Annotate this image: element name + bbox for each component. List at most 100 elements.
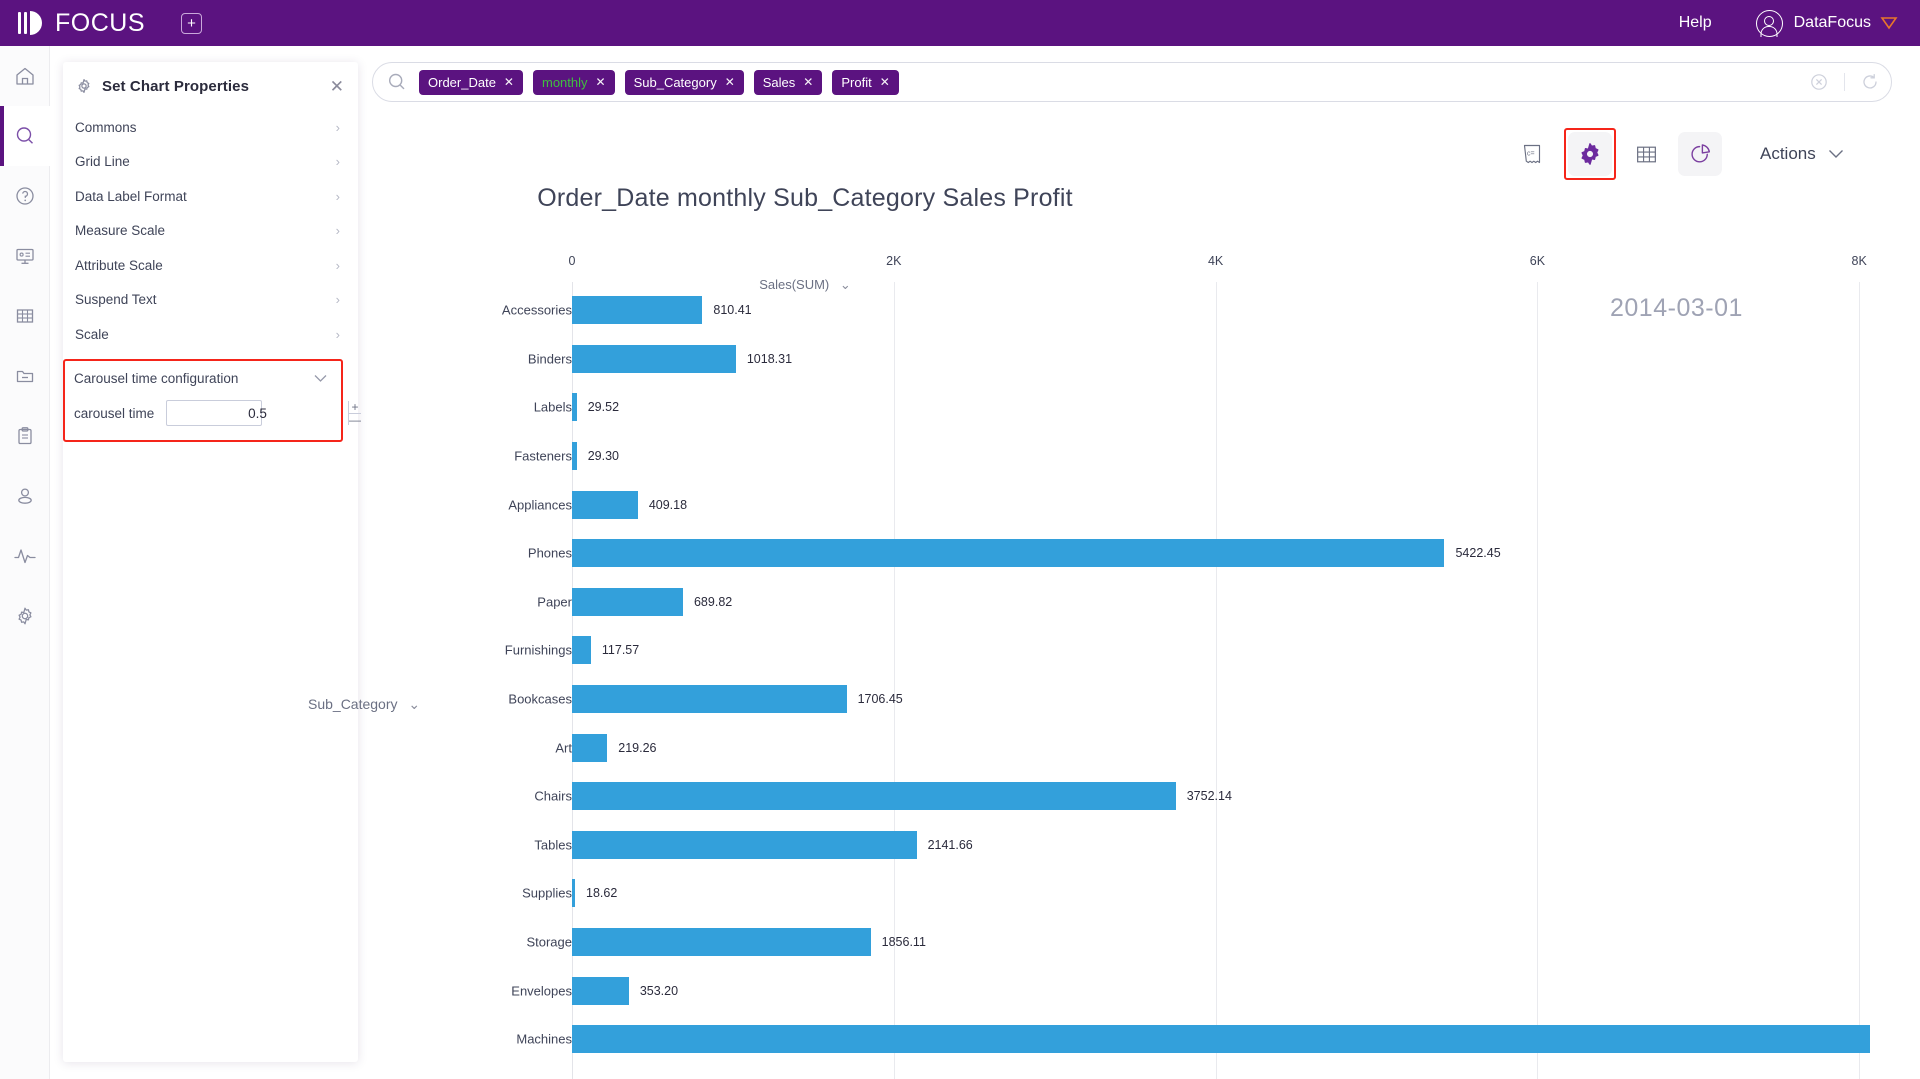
add-tab-button[interactable]: + [181,12,202,34]
bar-value-label: 117.57 [601,643,640,658]
bar[interactable] [572,442,577,471]
x-axis-tick-label: 2K [886,254,902,268]
brand-logo[interactable]: FOCUS [18,9,145,38]
sidebar-item-clipboard[interactable] [0,406,50,466]
user-menu[interactable]: DataFocus [1755,9,1898,37]
bar[interactable] [572,830,917,859]
category-label: Fasteners [514,448,572,464]
bar-value-label: 2141.66 [927,837,973,852]
search-icon [16,127,33,144]
bar-row[interactable]: Storage 1856.11 [50,918,1920,967]
bar-row[interactable]: Binders 1018.31 [50,335,1920,384]
x-axis-tick-label: 0 [568,254,576,268]
bar-value-label: 810.41 [713,303,752,318]
sidebar-item-settings[interactable] [0,586,50,646]
bar[interactable] [572,490,638,519]
category-label: Envelopes [511,983,572,999]
bar-row[interactable]: Machines [50,1015,1920,1064]
bar-row[interactable]: Fasteners 29.30 [50,432,1920,481]
bar-row[interactable]: Tables 2141.66 [50,821,1920,870]
user-name: DataFocus [1793,14,1871,31]
sidebar-item-table[interactable] [0,286,50,346]
category-label: Phones [527,545,572,561]
category-label: Chairs [534,788,572,804]
bar[interactable] [572,296,703,325]
clipboard-icon [18,427,32,445]
help-link[interactable]: Help [1679,14,1712,32]
bar[interactable] [572,1025,1870,1054]
sidebar-item-help[interactable] [0,166,50,226]
bar-value-label: 689.82 [693,594,733,609]
bar-value-label: 1706.45 [857,692,903,707]
bar-value-label: 29.30 [587,449,619,464]
bar-row[interactable]: Chairs 3752.14 [50,772,1920,821]
bar-row[interactable]: Accessories 810.41 [50,286,1920,335]
category-label: Binders [527,351,572,367]
bar[interactable] [572,539,1445,568]
home-icon [16,67,34,85]
bar-row[interactable]: Furnishings 117.57 [50,626,1920,675]
sidebar-item-user[interactable] [0,466,50,526]
question-circle-icon [16,187,34,205]
bar-value-label: 353.20 [639,983,679,998]
bar-row[interactable]: Envelopes 353.20 [50,966,1920,1015]
gear-icon [18,607,32,625]
x-axis-tick-label: 6K [1529,254,1546,268]
x-axis-tick-label: 8K [1851,254,1867,268]
sidebar-item-home[interactable] [0,46,50,106]
bar[interactable] [572,685,847,714]
category-label: Art [555,740,572,756]
sidebar-item-dashboard[interactable] [0,226,50,286]
bar-row[interactable]: Paper 689.82 [50,578,1920,627]
bar-row[interactable]: Supplies 18.62 [50,869,1920,918]
bar[interactable] [572,782,1176,811]
category-label: Storage [526,934,572,950]
sidebar-item-folder[interactable] [0,346,50,406]
sidebar-item-monitor[interactable] [0,526,50,586]
bar-value-label: 3752.14 [1186,789,1232,804]
bar-row[interactable]: Phones 5422.45 [50,529,1920,578]
bar[interactable] [572,928,871,957]
brand-name: FOCUS [55,8,145,37]
category-label: Appliances [508,497,572,513]
category-label: Accessories [501,302,572,318]
bar[interactable] [572,636,591,665]
bar-value-label: 18.62 [586,886,618,901]
bar-value-label: 29.52 [587,400,620,415]
bar[interactable] [572,393,577,422]
category-label: Furnishings [504,642,572,658]
bar[interactable] [572,587,683,616]
bar-value-label: 5422.45 [1455,546,1501,561]
category-label: Supplies [522,885,572,901]
x-axis-tick-label: 4K [1207,254,1224,268]
bar-row[interactable]: Labels 29.52 [50,383,1920,432]
avatar [1755,9,1783,37]
plot-area: 0 2K 4K 6K 8K Accessories 810.41 Binders 1018.31… [50,254,1920,1079]
sidebar-item-search[interactable] [0,106,50,166]
category-label: Paper [537,594,572,610]
presentation-icon [16,248,34,264]
bar[interactable] [572,976,629,1005]
focus-logo-icon [18,10,48,36]
bar-row[interactable]: Copiers [50,1064,1920,1079]
category-label: Labels [533,399,572,415]
category-label: Machines [516,1031,572,1047]
chart-canvas: Order_Date monthly Sub_Category Sales Pr… [50,46,1920,1079]
bar[interactable] [572,733,608,762]
bar-row[interactable]: Art 219.26 [50,723,1920,772]
bar[interactable] [572,344,736,373]
bar[interactable] [572,879,575,908]
bar-row[interactable]: Appliances 409.18 [50,480,1920,529]
bar-value-label: 409.18 [648,497,688,512]
pulse-icon [14,549,36,564]
bar-row[interactable]: Bookcases 1706.45 [50,675,1920,724]
user-caret-icon [1880,17,1898,30]
bar-value-label: 1018.31 [746,351,793,366]
table-grid-icon [16,309,34,323]
top-app-bar: FOCUS + Help DataFocus [0,0,1920,46]
topbar-right-group: Help DataFocus [1679,9,1898,37]
left-nav-rail [0,46,50,1079]
chart-title: Order_Date monthly Sub_Category Sales Pr… [537,184,1073,212]
user-icon [18,488,32,504]
category-label: Tables [534,837,572,853]
